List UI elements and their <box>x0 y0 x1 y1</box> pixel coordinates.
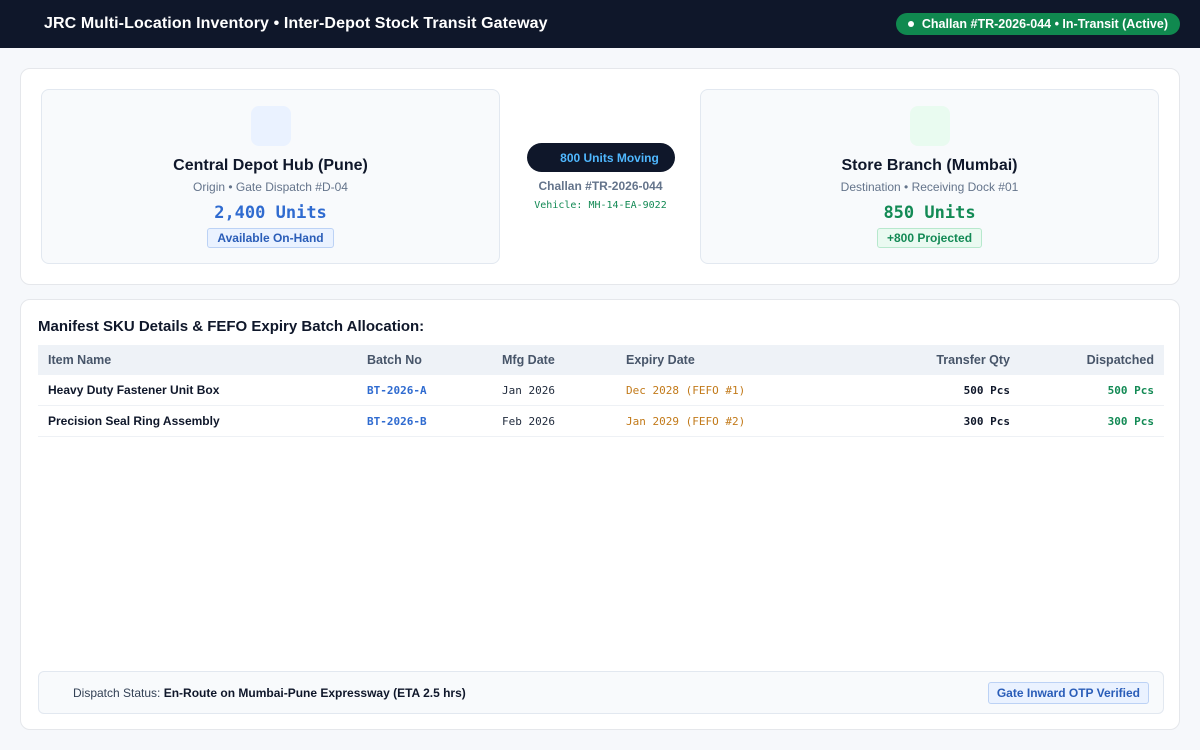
dispatch-status-bar: Dispatch Status: En-Route on Mumbai-Pune… <box>38 671 1164 714</box>
column-header-qty[interactable]: Transfer Qty <box>856 345 1010 375</box>
column-header-item[interactable]: Item Name <box>38 345 367 375</box>
row-expiry-date: Dec 2028 (FEFO #1) <box>626 383 746 397</box>
table-row[interactable]: Heavy Duty Fastener Unit Box BT-2026-A J… <box>38 375 1164 406</box>
dispatch-status-value: En-Route on Mumbai-Pune Expressway (ETA … <box>163 685 466 700</box>
transit-indicator: 800 Units Moving Challan #TR-2026-044 Ve… <box>501 143 700 211</box>
row-item-name: Precision Seal Ring Assembly <box>48 414 220 428</box>
column-header-expiry[interactable]: Expiry Date <box>626 345 856 375</box>
destination-units: 850 Units <box>883 203 976 223</box>
dispatch-status-text: Dispatch Status: En-Route on Mumbai-Pune… <box>73 686 466 700</box>
origin-units: 2,400 Units <box>214 203 327 223</box>
manifest-card: Manifest SKU Details & FEFO Expiry Batch… <box>20 299 1180 730</box>
column-header-batch[interactable]: Batch No <box>367 345 502 375</box>
origin-subtitle: Origin • Gate Dispatch #D-04 <box>193 180 348 194</box>
otp-verified-badge: Gate Inward OTP Verified <box>987 681 1149 704</box>
table-row[interactable]: Precision Seal Ring Assembly BT-2026-B F… <box>38 406 1164 437</box>
destination-location-panel: Store Branch (Mumbai) Destination • Rece… <box>700 89 1159 264</box>
destination-subtitle: Destination • Receiving Dock #01 <box>840 180 1019 194</box>
row-expiry-date: Jan 2029 (FEFO #2) <box>626 414 746 428</box>
row-batch-no[interactable]: BT-2026-B <box>367 406 502 436</box>
row-dispatched: 500 Pcs <box>1107 383 1154 397</box>
destination-projected-badge: +800 Projected <box>876 228 983 248</box>
status-dot-icon <box>907 21 914 27</box>
top-bar: JRC Multi-Location Inventory • Inter-Dep… <box>0 0 1200 48</box>
units-moving-pill: 800 Units Moving <box>526 143 675 172</box>
column-header-dispatched[interactable]: Dispatched <box>1010 345 1164 375</box>
challan-status-badge: Challan #TR-2026-044 • In-Transit (Activ… <box>895 13 1180 35</box>
row-mfg-date: Feb 2026 <box>502 414 555 428</box>
row-mfg-date: Jan 2026 <box>502 383 555 397</box>
row-transfer-qty: 300 Pcs <box>963 414 1010 428</box>
origin-stock-badge: Available On-Hand <box>207 228 334 248</box>
challan-status-label: Challan #TR-2026-044 • In-Transit (Activ… <box>921 17 1168 31</box>
dispatch-status-label: Dispatch Status: <box>73 685 161 700</box>
store-icon <box>909 106 950 146</box>
row-transfer-qty: 500 Pcs <box>963 383 1010 397</box>
row-batch-no[interactable]: BT-2026-A <box>367 375 502 405</box>
manifest-table: Item Name Batch No Mfg Date Expiry Date … <box>38 345 1164 437</box>
transit-vehicle-number: Vehicle: MH-14-EA-9022 <box>534 200 667 211</box>
table-header: Item Name Batch No Mfg Date Expiry Date … <box>38 345 1164 375</box>
destination-name: Store Branch (Mumbai) <box>841 157 1018 174</box>
transit-challan-number: Challan #TR-2026-044 <box>538 179 663 193</box>
warehouse-icon <box>250 106 291 146</box>
transit-route-card: Central Depot Hub (Pune) Origin • Gate D… <box>20 68 1180 285</box>
app-title: JRC Multi-Location Inventory • Inter-Dep… <box>44 15 548 32</box>
origin-name: Central Depot Hub (Pune) <box>173 157 368 174</box>
manifest-title: Manifest SKU Details & FEFO Expiry Batch… <box>38 318 425 335</box>
origin-location-panel: Central Depot Hub (Pune) Origin • Gate D… <box>41 89 500 264</box>
row-item-name: Heavy Duty Fastener Unit Box <box>48 383 220 397</box>
column-header-mfg[interactable]: Mfg Date <box>502 345 626 375</box>
row-dispatched: 300 Pcs <box>1107 414 1154 428</box>
